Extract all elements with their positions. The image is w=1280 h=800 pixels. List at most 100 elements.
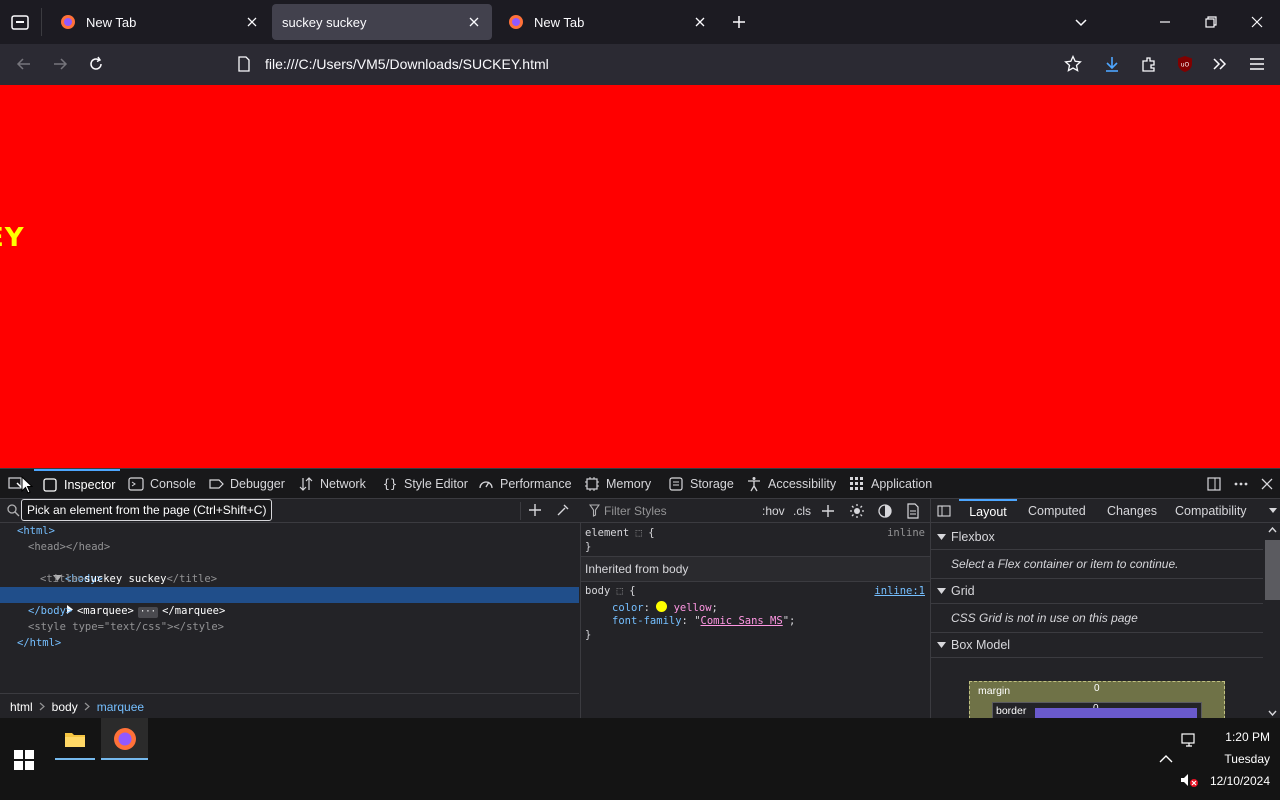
tab-network[interactable]: Network (298, 469, 366, 499)
scrollbar-thumb[interactable] (1265, 540, 1280, 600)
back-icon[interactable] (16, 56, 32, 72)
forward-icon[interactable] (52, 56, 68, 72)
picker-tooltip: Pick an element from the page (Ctrl+Shif… (21, 499, 273, 521)
tab-3[interactable]: New Tab (494, 4, 718, 40)
breadcrumb-marquee[interactable]: marquee (97, 700, 144, 714)
tab-console[interactable]: Console (128, 469, 196, 499)
hov-toggle[interactable]: :hov (762, 499, 785, 523)
tab-compatibility[interactable]: Compatibility (1175, 499, 1247, 523)
more-options-icon[interactable] (1233, 476, 1249, 492)
breadcrumb-body[interactable]: body (52, 700, 78, 714)
close-tab-icon[interactable] (244, 14, 260, 30)
markup-style[interactable]: <style type="text/css"></style> (28, 619, 224, 635)
tab-inspector[interactable]: Inspector (34, 469, 120, 499)
margin-value[interactable]: 0 (1094, 683, 1100, 694)
color-swatch[interactable] (656, 601, 668, 612)
tab-1-title: New Tab (86, 14, 137, 30)
style-editor-icon: {} (383, 477, 397, 491)
dock-icon[interactable] (1206, 476, 1222, 492)
folder-icon (65, 733, 85, 747)
eyedropper-icon[interactable] (556, 503, 570, 517)
dark-mode-icon[interactable] (877, 503, 893, 519)
markup-body-open[interactable]: <body> (15, 555, 103, 585)
tray-chevron-up-icon[interactable] (1159, 754, 1173, 764)
debugger-icon (209, 479, 224, 489)
clock-day[interactable]: Tuesday (1200, 752, 1270, 766)
light-mode-icon[interactable] (849, 503, 865, 519)
clock-date[interactable]: 12/10/2024 (1200, 774, 1270, 788)
markup-html-close[interactable]: </html> (17, 635, 61, 651)
filter-styles-input[interactable]: Filter Styles (604, 499, 754, 523)
restore-icon[interactable] (1203, 14, 1219, 30)
breadcrumb-html[interactable]: html (10, 700, 33, 714)
ublock-icon[interactable]: uO (1176, 55, 1194, 73)
element-selector: element (585, 527, 630, 539)
windows-start-icon[interactable] (14, 750, 34, 770)
body-rule-source[interactable]: inline:1 (874, 585, 925, 597)
grid-selector-icon[interactable]: ⬚ (636, 527, 642, 539)
tab-1[interactable]: New Tab (46, 4, 270, 40)
tab-layout[interactable]: Layout (959, 499, 1017, 523)
ellipsis-badge[interactable]: ··· (137, 607, 159, 618)
markup-html-open[interactable]: <html> (17, 523, 55, 539)
bookmark-star-icon[interactable] (1064, 55, 1082, 73)
scrollbar[interactable] (1264, 524, 1280, 719)
add-rule-icon[interactable] (821, 504, 835, 518)
flexbox-section-header[interactable]: Flexbox (931, 524, 1263, 550)
close-tab-icon[interactable] (692, 14, 708, 30)
cls-toggle[interactable]: .cls (793, 499, 811, 523)
markup-body-close[interactable]: </body> (28, 603, 72, 619)
scroll-up-icon[interactable] (1268, 527, 1277, 533)
reload-icon[interactable] (88, 56, 104, 72)
font-family-declaration[interactable]: font-family: "Comic Sans MS"; (612, 615, 795, 627)
prop-font-value[interactable]: Comic Sans MS (701, 615, 783, 627)
close-tab-icon[interactable] (466, 14, 482, 30)
volume-muted-icon[interactable] (1180, 772, 1200, 788)
close-devtools-icon[interactable] (1259, 476, 1275, 492)
tab-changes[interactable]: Changes (1107, 499, 1157, 523)
tab-accessibility[interactable]: Accessibility (746, 469, 836, 499)
prop-font-name: font-family (612, 615, 682, 627)
svg-text:{}: {} (383, 477, 397, 491)
tab-debugger[interactable]: Debugger (208, 469, 285, 499)
tab-memory[interactable]: Memory (584, 469, 651, 499)
clock-time[interactable]: 1:20 PM (1200, 730, 1270, 744)
toggle-sidebar-icon[interactable] (937, 504, 951, 518)
color-declaration[interactable]: color: yellow; (612, 601, 718, 614)
url-bar[interactable]: file:///C:/Users/VM5/Downloads/SUCKEY.ht… (229, 48, 1093, 80)
inspector-icon (43, 478, 57, 492)
tab-performance[interactable]: Performance (478, 469, 572, 499)
chevron-down-icon[interactable] (1268, 507, 1278, 515)
tab-list-icon[interactable] (10, 12, 30, 32)
network-tray-icon[interactable] (1181, 732, 1199, 748)
markup-head[interactable]: <head></head> (28, 539, 110, 555)
tab-2[interactable]: suckey suckey (272, 4, 492, 40)
flexbox-header-label: Flexbox (951, 530, 995, 544)
close-window-icon[interactable] (1249, 14, 1265, 30)
overflow-chevron-icon[interactable] (1211, 55, 1229, 73)
grid-selector-icon[interactable]: ⬚ (617, 585, 623, 597)
search-icon (7, 504, 20, 517)
chevron-down-icon[interactable] (1073, 14, 1089, 30)
tab-storage[interactable]: Storage (668, 469, 734, 499)
grid-section-header[interactable]: Grid (931, 578, 1263, 604)
tab-application[interactable]: Application (849, 469, 932, 499)
downloads-icon[interactable] (1103, 55, 1121, 73)
add-node-icon[interactable] (528, 503, 542, 517)
print-media-icon[interactable] (906, 503, 920, 519)
tab-computed[interactable]: Computed (1028, 499, 1086, 523)
file-explorer-taskbar-item[interactable] (55, 720, 95, 760)
tag-marquee-open: <marquee> (76, 605, 134, 617)
firefox-icon (61, 15, 75, 29)
boxmodel-section-header[interactable]: Box Model (931, 632, 1263, 658)
firefox-taskbar-item[interactable] (101, 718, 148, 760)
extensions-icon[interactable] (1140, 55, 1158, 73)
markup-marquee-selected[interactable]: <marquee> ··· </marquee> (0, 587, 579, 618)
tab-style-editor[interactable]: {} Style Editor (382, 469, 468, 499)
minimize-icon[interactable] (1157, 14, 1173, 30)
new-tab-icon[interactable] (731, 14, 747, 30)
box-model-margin[interactable]: margin 0 border 0 (969, 681, 1225, 720)
markup-title[interactable]: <title>suckey suckey</title> (40, 571, 217, 587)
menu-icon[interactable] (1248, 55, 1266, 73)
scroll-down-icon[interactable] (1268, 710, 1277, 716)
